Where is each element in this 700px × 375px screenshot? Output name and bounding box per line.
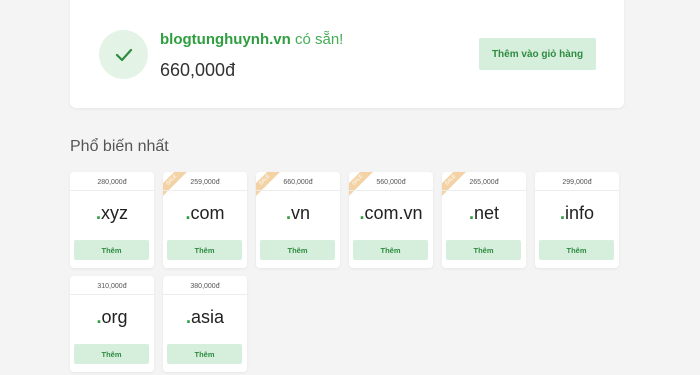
tile-price: 660,000đ [283,179,313,186]
domain-tile-com: SALE 259,000đ .com Thêm [163,172,247,268]
availability-text: blogtunghuynh.vn có sẵn! [160,31,343,48]
add-to-cart-button[interactable]: Thêm vào giỏ hàng [479,38,596,70]
tile-price: 280,000đ [97,179,127,186]
add-org-button[interactable]: Thêm [74,344,149,364]
add-com-vn-button[interactable]: Thêm [353,240,428,260]
tile-extension: .org [96,307,128,327]
tile-divider [70,294,154,295]
tile-price: 560,000đ [376,179,406,186]
tile-divider [442,190,526,191]
domain-tile-vn: SALE 660,000đ .vn Thêm [256,172,340,268]
tile-extension: .vn [285,203,311,223]
domain-tile-asia: 380,000đ .asia Thêm [163,276,247,372]
available-domain: blogtunghuynh.vn [160,31,291,48]
tile-price: 299,000đ [562,179,592,186]
tile-extension: .xyz [95,203,128,223]
domain-tile-info: 299,000đ .info Thêm [535,172,619,268]
domain-tile-net: SALE 265,000đ .net Thêm [442,172,526,268]
domain-tile-org: 310,000đ .org Thêm [70,276,154,372]
tile-extension: .asia [185,307,225,327]
tile-divider [70,190,154,191]
add-vn-button[interactable]: Thêm [260,240,335,260]
popular-section-title: Phổ biến nhất [70,138,169,155]
tile-divider [349,190,433,191]
add-xyz-button[interactable]: Thêm [74,240,149,260]
tile-divider [256,190,340,191]
tile-divider [163,190,247,191]
add-info-button[interactable]: Thêm [539,240,614,260]
tile-extension: .info [559,203,595,223]
tile-extension: .com.vn [359,203,423,223]
tile-divider [163,294,247,295]
add-com-button[interactable]: Thêm [167,240,242,260]
tile-price: 259,000đ [190,179,220,186]
tile-price: 310,000đ [97,283,127,290]
domain-tile-com-vn: SALE 560,000đ .com.vn Thêm [349,172,433,268]
add-asia-button[interactable]: Thêm [167,344,242,364]
tile-price: 265,000đ [469,179,499,186]
tile-price: 380,000đ [190,283,220,290]
available-domain-price: 660,000đ [160,60,236,80]
availability-card: blogtunghuynh.vn có sẵn! 660,000đ Thêm v… [70,0,624,108]
availability-status: có sẵn! [290,31,344,48]
add-net-button[interactable]: Thêm [446,240,521,260]
check-icon [99,30,148,79]
domain-tile-xyz: 280,000đ .xyz Thêm [70,172,154,268]
tile-extension: .com [185,203,225,223]
tile-extension: .net [468,203,500,223]
tile-divider [535,190,619,191]
